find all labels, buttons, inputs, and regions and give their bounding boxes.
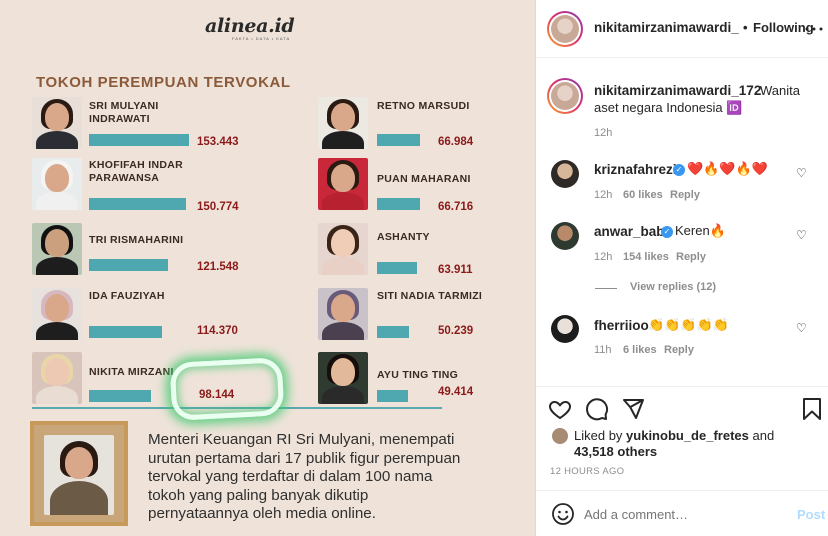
- person-name: TRI RISMAHARINI: [89, 234, 184, 246]
- caption-username[interactable]: nikitamirzanimawardi_172: [594, 83, 761, 98]
- comment-likes[interactable]: 154 likes: [623, 251, 669, 263]
- person-photo: [318, 158, 368, 210]
- bookmark-icon[interactable]: [800, 397, 824, 421]
- person-name: SRI MULYANI INDRAWATI: [89, 100, 159, 125]
- comment-likes[interactable]: 60 likes: [623, 189, 663, 201]
- liked-by-line: Liked by yukinobu_de_fretes and: [574, 428, 775, 443]
- reply-button[interactable]: Reply: [676, 251, 706, 263]
- author-username[interactable]: nikitamirzanimawardi_: [594, 20, 739, 35]
- verified-badge-icon: ✓: [673, 164, 685, 176]
- comment-username[interactable]: anwar_bab: [594, 224, 665, 239]
- add-comment-input[interactable]: [584, 504, 774, 524]
- person-name: NIKITA MIRZANI: [89, 366, 174, 378]
- person-photo: [318, 223, 368, 275]
- person-name: SITI NADIA TARMIZI: [377, 290, 483, 302]
- person-photo: [318, 288, 368, 340]
- share-icon[interactable]: [621, 397, 645, 421]
- person-name: ASHANTY: [377, 231, 430, 243]
- person-value: 49.414: [438, 386, 474, 398]
- infographic-caption: Menteri Keuangan RI Sri Mulyani, menempa…: [148, 431, 461, 522]
- commenter-avatar[interactable]: [551, 222, 579, 250]
- replies-divider: [595, 288, 617, 289]
- comment-time: 12h: [594, 189, 613, 201]
- person-value: 66.984: [438, 136, 474, 148]
- person-value: 153.443: [197, 136, 239, 148]
- post-image[interactable]: alinea.id FAKTA • DATA • KATA TOKOH PERE…: [0, 0, 535, 536]
- value-bar: [89, 259, 168, 271]
- comment-text: 👏👏👏👏👏: [648, 317, 729, 332]
- featured-photo: [30, 421, 128, 526]
- value-bar: [89, 390, 151, 402]
- person-value: 66.716: [438, 201, 474, 213]
- add-comment-row: Post: [536, 490, 828, 536]
- ellipsis-icon[interactable]: [802, 17, 826, 41]
- instagram-post-window: alinea.id FAKTA • DATA • KATA TOKOH PERE…: [0, 0, 828, 536]
- heart-icon[interactable]: [548, 397, 572, 421]
- brand-logo: alinea.id: [205, 15, 295, 37]
- reply-button[interactable]: Reply: [670, 189, 700, 201]
- value-bar: [377, 198, 420, 210]
- value-bar: [377, 262, 417, 274]
- comment-username[interactable]: fherriioo: [594, 318, 649, 333]
- caption-text-line2: aset negara Indonesia 🆔: [594, 100, 743, 115]
- liker-avatar[interactable]: [552, 428, 568, 444]
- post-side-panel: nikitamirzanimawardi_ • Following nikita…: [535, 0, 828, 536]
- brand-tagline: FAKTA • DATA • KATA: [232, 36, 291, 41]
- person-name: PUAN MAHARANI: [377, 173, 471, 185]
- value-bar: [377, 390, 408, 402]
- person-photo: [32, 352, 82, 404]
- comment-like-heart-icon[interactable]: ♡: [796, 322, 808, 334]
- commenter-avatar[interactable]: [551, 160, 579, 188]
- person-value: 121.548: [197, 261, 239, 273]
- comment-like-heart-icon[interactable]: ♡: [796, 229, 808, 241]
- reply-button[interactable]: Reply: [664, 344, 694, 356]
- dot-separator: •: [743, 20, 748, 35]
- value-bar: [89, 198, 186, 210]
- verified-badge-icon: ✓: [661, 226, 673, 238]
- others-count[interactable]: 43,518 others: [574, 444, 657, 459]
- view-replies-button[interactable]: View replies (12): [630, 281, 716, 293]
- value-bar: [377, 134, 420, 146]
- person-value: 150.774: [197, 201, 239, 213]
- smiley-icon[interactable]: [551, 502, 575, 526]
- post-header: nikitamirzanimawardi_ • Following: [536, 0, 828, 58]
- comment-time: 11h: [594, 344, 612, 356]
- value-bar: [89, 134, 189, 146]
- person-name: AYU TING TING: [377, 369, 459, 381]
- person-photo: [32, 158, 82, 210]
- person-name: KHOFIFAH INDAR PARAWANSA: [89, 159, 184, 184]
- value-bar: [89, 326, 162, 338]
- person-photo: [32, 288, 82, 340]
- liker-username[interactable]: yukinobu_de_fretes: [626, 428, 749, 443]
- comment-text: ❤️🔥❤️🔥❤️: [687, 161, 768, 176]
- person-value: 50.239: [438, 325, 474, 337]
- person-photo: [32, 223, 82, 275]
- comment-icon[interactable]: [585, 397, 609, 421]
- caption-author-avatar[interactable]: [547, 78, 583, 114]
- post-time: 12 HOURS AGO: [550, 466, 625, 477]
- action-bar: [536, 386, 828, 421]
- person-photo: [32, 97, 82, 149]
- infographic-title: TOKOH PEREMPUAN TERVOKAL: [36, 74, 291, 91]
- person-photo: [318, 352, 368, 404]
- person-photo: [318, 97, 368, 149]
- person-name: IDA FAUZIYAH: [89, 290, 165, 302]
- post-comment-button[interactable]: Post: [797, 507, 825, 522]
- comment-text: Keren🔥: [675, 223, 726, 238]
- comment-username[interactable]: kriznafahrezi: [594, 162, 677, 177]
- comment-likes[interactable]: 6 likes: [623, 344, 657, 356]
- comment-time: 12h: [594, 251, 613, 263]
- commenter-avatar[interactable]: [551, 315, 579, 343]
- comment-like-heart-icon[interactable]: ♡: [796, 167, 808, 179]
- value-bar: [377, 326, 409, 338]
- author-avatar[interactable]: [547, 11, 583, 47]
- person-value: 63.911: [438, 264, 473, 276]
- highlight-circle: [169, 357, 285, 421]
- person-name: RETNO MARSUDI: [377, 100, 470, 112]
- caption-time: 12h: [594, 127, 613, 139]
- caption-text-line1: Wanita: [760, 83, 800, 98]
- person-value: 114.370: [197, 325, 238, 337]
